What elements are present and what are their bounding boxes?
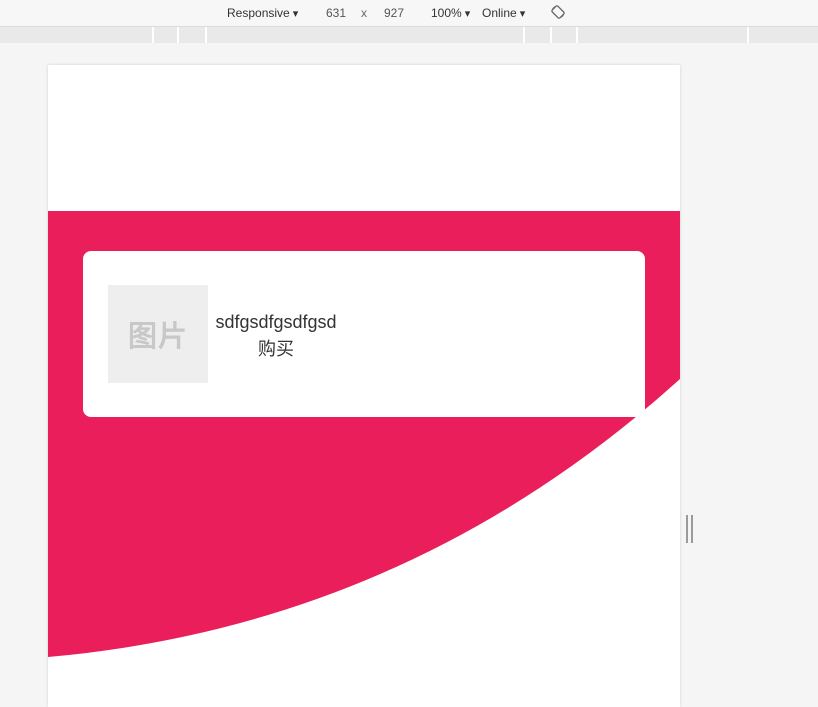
rotate-icon[interactable]	[550, 4, 566, 20]
ruler-tick	[205, 27, 207, 43]
device-select[interactable]: Responsive	[227, 6, 298, 20]
product-title: sdfgsdfgsdfgsd	[215, 312, 337, 332]
height-input[interactable]: 927	[384, 6, 404, 20]
product-card: 图片 sdfgsdfgsdfgsd 购买	[83, 251, 645, 417]
image-placeholder-label: 图片	[127, 319, 188, 353]
device-viewport: 图片 sdfgsdfgsdfgsd 购买	[48, 65, 680, 707]
ruler-tick	[152, 27, 154, 43]
zoom-select[interactable]: 100%	[431, 6, 470, 20]
device-toolbar: Responsive 631 x 927 100% Online	[0, 0, 818, 27]
network-select[interactable]: Online	[482, 6, 525, 20]
ruler-tick	[747, 27, 749, 43]
width-input[interactable]: 631	[326, 6, 346, 20]
product-info: sdfgsdfgsdfgsd 购买	[208, 309, 344, 363]
viewport-resize-handle[interactable]	[686, 515, 693, 543]
ruler-tick	[523, 27, 525, 43]
product-image-placeholder: 图片	[108, 285, 208, 383]
ruler-tick	[576, 27, 578, 43]
ruler-tick	[177, 27, 179, 43]
dimension-separator: x	[361, 6, 367, 20]
media-query-bar	[0, 27, 818, 43]
buy-button[interactable]: 购买	[208, 336, 344, 363]
ruler-tick	[550, 27, 552, 43]
